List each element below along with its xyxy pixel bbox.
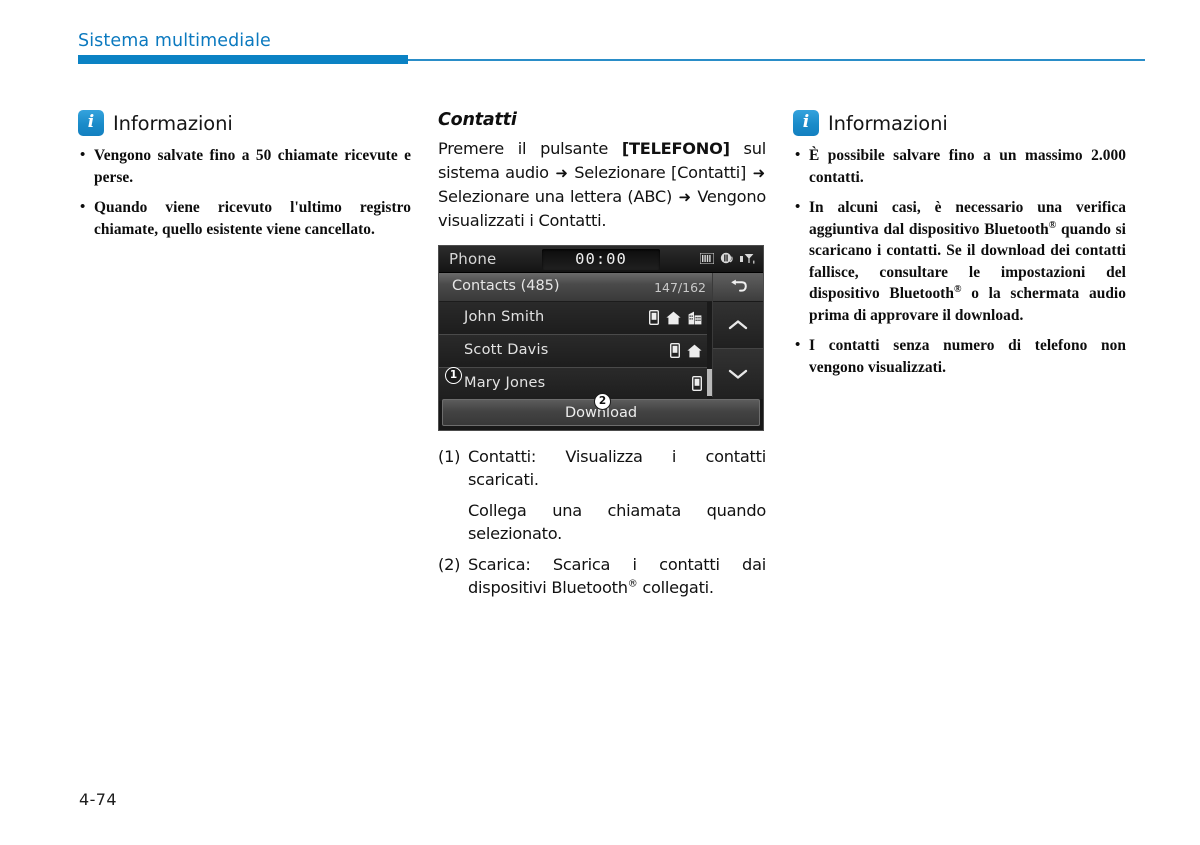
list-item: Vengono salvate fino a 50 chiamate ricev… xyxy=(78,145,411,188)
contact-number-type-icons xyxy=(692,376,702,391)
info-box-title: Informazioni xyxy=(828,111,948,135)
page-number: 4-74 xyxy=(79,790,117,809)
list-item: È possibile salvare fino a un massimo 2.… xyxy=(793,145,1126,188)
info-box-header-right: i Informazioni xyxy=(793,110,1126,136)
registered-trademark-icon: ® xyxy=(953,283,962,295)
mobile-icon xyxy=(670,343,680,358)
list-item: In alcuni casi, è necessario una verific… xyxy=(793,197,1126,326)
list-item: Quando viene ricevuto l'ultimo registro … xyxy=(78,197,411,240)
contact-name: Mary Jones xyxy=(464,375,546,391)
section-title: Contatti xyxy=(438,110,517,130)
device-status-icons xyxy=(700,252,756,264)
scroll-up-button[interactable] xyxy=(713,302,763,349)
equalizer-icon xyxy=(700,252,714,264)
info-list-left: Vengono salvate fino a 50 chiamate ricev… xyxy=(78,145,411,240)
device-list-header-label: Contacts (485) xyxy=(452,278,560,294)
registered-trademark-icon: ® xyxy=(627,578,638,590)
left-column: i Informazioni Vengono salvate fino a 50… xyxy=(78,110,411,240)
callout-marker-1: 1 xyxy=(445,367,462,384)
caption-number: (2) xyxy=(438,555,461,574)
scroll-down-button[interactable] xyxy=(713,349,763,399)
intro-text-1: Premere il pulsante xyxy=(438,139,622,158)
caption-text: Contatti: Visualizza i contatti scaricat… xyxy=(468,447,766,489)
caption-item-1-sub: Collega una chiamata quando selezionato. xyxy=(468,501,766,543)
antenna-signal-icon xyxy=(740,253,756,264)
contact-row[interactable]: Scott Davis xyxy=(439,335,714,368)
contact-name: Scott Davis xyxy=(464,342,549,358)
info-icon-letter: i xyxy=(802,111,810,132)
intro-text-4: Selezionare una lettera (ABC) xyxy=(438,187,678,206)
caption-text: Scarica: Scarica i contatti dai disposit… xyxy=(468,553,766,599)
contact-row[interactable]: 1 John Smith xyxy=(439,302,714,384)
home-icon xyxy=(666,311,681,325)
infotainment-screenshot: Phone 00:00 Contacts (485) 147/162 1 Joh… xyxy=(438,245,764,431)
page-title: Sistema multimediale xyxy=(78,31,271,51)
arrow-right-icon: ➜ xyxy=(678,188,692,206)
contact-row[interactable]: Mary Jones xyxy=(439,368,714,401)
caption-number: (1) xyxy=(438,447,461,466)
info-box-header-left: i Informazioni xyxy=(78,110,411,136)
header-rule-thick xyxy=(78,55,408,64)
device-clock-well: 00:00 xyxy=(542,249,660,270)
chevron-up-icon xyxy=(728,319,748,331)
arrow-right-icon: ➜ xyxy=(555,164,568,182)
intro-text-3: Selezionare [Contatti] xyxy=(568,163,752,182)
caption-list: (1) Contatti: Visualizza i contatti scar… xyxy=(438,445,766,599)
home-icon xyxy=(687,344,702,358)
device-screen-name: Phone xyxy=(449,250,497,268)
caption-text-a: Scarica: Scarica i contatti dai disposit… xyxy=(468,555,766,597)
mute-sound-icon xyxy=(720,252,734,264)
info-icon: i xyxy=(78,110,104,136)
office-icon xyxy=(688,311,702,325)
middle-column: Contatti Premere il pulsante [TELEFONO] … xyxy=(438,110,766,601)
info-icon: i xyxy=(793,110,819,136)
callout-marker-2: 2 xyxy=(594,393,611,410)
mobile-icon xyxy=(692,376,702,391)
back-arrow-icon xyxy=(728,279,748,295)
caption-item-2: (2) Scarica: Scarica i contatti dai disp… xyxy=(438,553,766,599)
list-item: I contatti senza numero di telefono non … xyxy=(793,335,1126,378)
right-column: i Informazioni È possibile salvare fino … xyxy=(793,110,1126,378)
device-clock: 00:00 xyxy=(575,250,627,268)
device-contact-list: 1 John Smith Scott Davis Mary Jones xyxy=(439,302,714,401)
section-intro-paragraph: Premere il pulsante [TELEFONO] sul siste… xyxy=(438,137,766,233)
caption-item-1: (1) Contatti: Visualizza i contatti scar… xyxy=(438,445,766,491)
device-list-header-counter: 147/162 xyxy=(654,280,706,295)
info-icon-letter: i xyxy=(87,111,95,132)
chevron-down-icon xyxy=(728,368,748,380)
device-list-header: Contacts (485) 147/162 xyxy=(439,273,714,302)
device-control-rail xyxy=(712,273,763,399)
contact-number-type-icons xyxy=(670,343,702,358)
info-box-title: Informazioni xyxy=(113,111,233,135)
contact-name: John Smith xyxy=(464,309,545,325)
back-button[interactable] xyxy=(713,273,763,302)
device-status-bar: Phone 00:00 xyxy=(439,246,763,273)
caption-text-b: collegati. xyxy=(637,578,714,597)
arrow-right-icon: ➜ xyxy=(752,164,766,182)
info-list-right: È possibile salvare fino a un massimo 2.… xyxy=(793,145,1126,378)
mobile-icon xyxy=(649,310,659,325)
intro-bold-telefono: [TELEFONO] xyxy=(621,139,730,158)
page-header: Sistema multimediale xyxy=(78,30,1145,70)
contact-number-type-icons xyxy=(649,310,702,325)
